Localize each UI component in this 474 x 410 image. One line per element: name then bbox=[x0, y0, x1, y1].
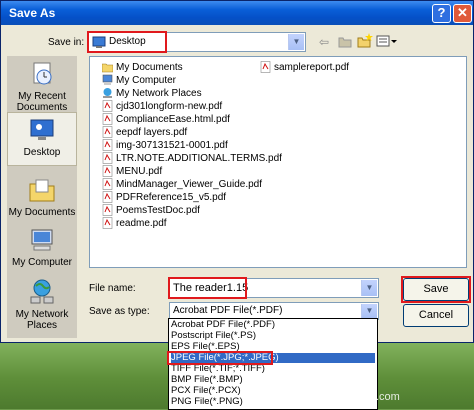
list-item[interactable]: readme.pdf bbox=[102, 217, 167, 230]
dropdown-option[interactable]: Postscript File(*.PS) bbox=[171, 331, 375, 341]
pdf-file-icon bbox=[102, 113, 113, 125]
file-name: eepdf layers.pdf bbox=[116, 127, 188, 138]
chevron-down-icon[interactable]: ▼ bbox=[361, 280, 377, 296]
list-item[interactable]: cjd301longform-new.pdf bbox=[102, 100, 222, 113]
file-name: PoemsTestDoc.pdf bbox=[116, 205, 200, 216]
place-my-computer[interactable]: My Computer bbox=[7, 226, 77, 268]
folder-icon bbox=[102, 63, 113, 73]
list-item[interactable]: PoemsTestDoc.pdf bbox=[102, 204, 200, 217]
place-label: My Documents bbox=[8, 207, 76, 218]
place-label: Desktop bbox=[23, 147, 61, 158]
file-name: MENU.pdf bbox=[116, 166, 163, 177]
place-label: My Computer bbox=[11, 257, 72, 268]
annotation-box bbox=[167, 351, 273, 365]
pdf-file-icon bbox=[102, 217, 113, 229]
desktop-icon bbox=[30, 119, 54, 140]
save-in-label: Save in: bbox=[48, 37, 85, 48]
my-documents-icon bbox=[29, 179, 55, 202]
file-name: MindManager_Viewer_Guide.pdf bbox=[116, 179, 263, 190]
pdf-file-icon bbox=[102, 165, 113, 177]
title-bar[interactable]: Save As ? ✕ bbox=[1, 1, 473, 25]
pdf-file-icon bbox=[102, 204, 113, 216]
pdf-file-icon bbox=[102, 139, 113, 151]
save-as-dialog: Save As ? ✕ Save in: Desktop ▼ ⇦ My Rece… bbox=[0, 0, 474, 343]
file-name: My Documents bbox=[116, 62, 183, 73]
pdf-file-icon bbox=[102, 152, 113, 164]
network-icon bbox=[103, 88, 112, 98]
file-name: samplereport.pdf bbox=[274, 62, 350, 73]
dropdown-option[interactable]: TIFF File(*.TIF;*.TIFF) bbox=[171, 364, 375, 374]
list-item[interactable]: img-307131521-0001.pdf bbox=[102, 139, 228, 152]
annotation-box bbox=[87, 31, 167, 53]
window-title: Save As bbox=[9, 6, 56, 20]
list-item[interactable]: eepdf layers.pdf bbox=[102, 126, 187, 139]
chevron-down-icon[interactable]: ▼ bbox=[288, 34, 304, 50]
list-item[interactable]: LTR.NOTE.ADDITIONAL.TERMS.pdf bbox=[102, 152, 282, 165]
save-as-type-label: Save as type: bbox=[89, 306, 150, 317]
list-item[interactable]: samplereport.pdf bbox=[260, 61, 349, 74]
computer-icon bbox=[102, 74, 113, 85]
file-name: readme.pdf bbox=[116, 218, 167, 229]
place-label: My Recent Documents bbox=[16, 91, 68, 113]
cancel-button[interactable]: Cancel bbox=[403, 304, 469, 327]
pdf-file-icon bbox=[102, 191, 113, 203]
list-item[interactable]: PDFReference15_v5.pdf bbox=[102, 191, 226, 204]
watermark: © VeryPDF.com bbox=[322, 391, 400, 403]
places-bar: My Recent Documents Desktop My Documents bbox=[7, 56, 77, 338]
file-name: img-307131521-0001.pdf bbox=[116, 140, 228, 151]
annotation-box bbox=[168, 277, 247, 299]
pdf-file-icon bbox=[102, 178, 113, 190]
list-item[interactable]: My Computer bbox=[102, 74, 176, 87]
chevron-down-icon[interactable]: ▼ bbox=[361, 304, 377, 318]
pdf-file-icon bbox=[102, 100, 113, 112]
up-folder-icon[interactable] bbox=[338, 35, 352, 48]
file-list[interactable]: My Documents My Computer My Network Plac… bbox=[89, 56, 467, 268]
list-item[interactable]: My Documents bbox=[102, 61, 183, 74]
close-button[interactable]: ✕ bbox=[453, 4, 472, 23]
dropdown-option[interactable]: BMP File(*.BMP) bbox=[171, 375, 375, 385]
file-name: LTR.NOTE.ADDITIONAL.TERMS.pdf bbox=[116, 153, 282, 164]
file-name: My Network Places bbox=[116, 88, 202, 99]
my-computer-icon bbox=[31, 229, 53, 251]
list-item[interactable]: My Network Places bbox=[102, 87, 202, 100]
list-item[interactable]: MENU.pdf bbox=[102, 165, 162, 178]
pdf-file-icon bbox=[102, 126, 113, 138]
recent-documents-icon bbox=[33, 62, 52, 85]
file-name: My Computer bbox=[116, 75, 177, 86]
network-places-icon bbox=[30, 279, 54, 304]
place-desktop[interactable]: Desktop bbox=[7, 112, 77, 166]
place-network-places[interactable]: My Network Places bbox=[7, 278, 77, 331]
file-name-label: File name: bbox=[89, 283, 136, 294]
pdf-file-icon bbox=[260, 61, 271, 73]
place-label: My Network Places bbox=[15, 309, 69, 331]
save-as-type-value: Acrobat PDF File(*.PDF) bbox=[173, 305, 283, 316]
list-item[interactable]: MindManager_Viewer_Guide.pdf bbox=[102, 178, 262, 191]
help-button[interactable]: ? bbox=[432, 4, 451, 23]
file-name: cjd301longform-new.pdf bbox=[116, 101, 223, 112]
file-name: ComplianceEase.html.pdf bbox=[116, 114, 230, 125]
view-menu-icon[interactable] bbox=[376, 35, 398, 47]
place-my-documents[interactable]: My Documents bbox=[7, 176, 77, 218]
new-folder-icon[interactable] bbox=[357, 32, 373, 48]
list-item[interactable]: ComplianceEase.html.pdf bbox=[102, 113, 230, 126]
file-name: PDFReference15_v5.pdf bbox=[116, 192, 227, 203]
place-recent-documents[interactable]: My Recent Documents bbox=[7, 60, 77, 113]
dropdown-option[interactable]: Acrobat PDF File(*.PDF) bbox=[171, 320, 375, 330]
annotation-box bbox=[401, 276, 471, 303]
back-icon[interactable]: ⇦ bbox=[319, 35, 329, 49]
